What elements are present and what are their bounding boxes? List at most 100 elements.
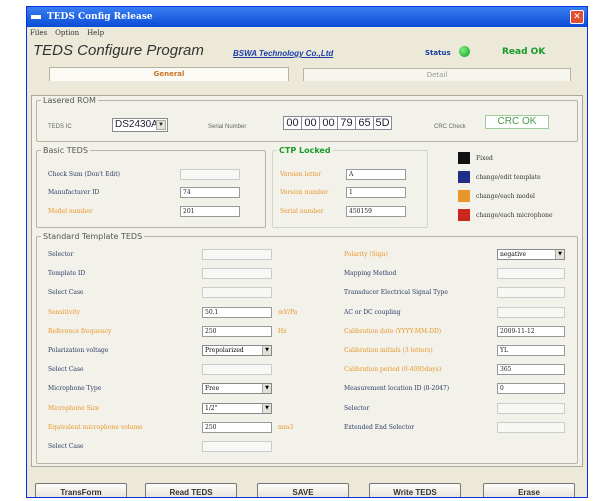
calibration-period-0-4095days-field[interactable]: 365 — [497, 364, 565, 375]
calibration-initials-3-letters-label: Calibration initials (3 letters) — [344, 347, 433, 354]
lasered-rom-legend: Lasered ROM — [43, 96, 96, 105]
polarization-voltage-select[interactable]: Prepolarized ▼ — [202, 345, 272, 356]
menu-files[interactable]: Files — [30, 29, 47, 37]
select-case-field[interactable] — [202, 441, 272, 452]
menu-option[interactable]: Option — [55, 29, 79, 37]
transform-button[interactable]: TransForm — [35, 483, 127, 497]
legend-text-microphone: change/each microphone — [476, 212, 553, 219]
tab-bar: General Detail — [27, 67, 587, 81]
crc-check-label: CRC Check — [434, 124, 466, 130]
polarity-sign-value: negative — [500, 251, 527, 258]
serial-byte: 00 — [319, 116, 338, 130]
serial-byte: 65 — [355, 116, 374, 130]
version-letter-field[interactable]: A — [346, 169, 406, 180]
mapping-method-field[interactable] — [497, 268, 565, 279]
teds-ic-value: DS2430A — [115, 119, 158, 130]
selector-field[interactable] — [497, 403, 565, 414]
serial-number-ctp-label: Serial number — [280, 208, 324, 215]
model-number-label: Model number — [48, 208, 93, 215]
transducer-electrical-signal-type-field[interactable] — [497, 287, 565, 298]
ctp-locked-legend: CTP Locked — [279, 146, 331, 155]
version-number-label: Version number — [280, 189, 329, 196]
serial-byte: 79 — [337, 116, 356, 130]
polarity-sign-label: Polarity (Sign) — [344, 251, 388, 258]
equivalent-microphone-volume-unit: mm3 — [278, 424, 294, 431]
selector-label: Selector — [48, 251, 74, 258]
equivalent-microphone-volume-label: Equivalent microphone volume — [48, 424, 143, 431]
microphone-type-label: Microphone Type — [48, 385, 102, 392]
status-label: Status — [425, 49, 451, 57]
reference-frequency-unit: Hz — [278, 328, 287, 335]
calibration-initials-3-letters-field[interactable]: YL — [497, 345, 565, 356]
chevron-down-icon: ▼ — [262, 346, 271, 355]
select-case-label: Select Case — [48, 366, 84, 373]
chevron-down-icon: ▼ — [156, 120, 166, 130]
menu-help[interactable]: Help — [87, 29, 104, 37]
status-led-icon — [459, 46, 470, 57]
ac-or-dc-coupling-label: AC or DC coupling — [344, 309, 401, 316]
sensitivity-label: Sensitivity — [48, 309, 80, 316]
chevron-down-icon: ▼ — [262, 384, 271, 393]
title-bar: TEDS Config Release — [27, 7, 587, 27]
microphone-size-select[interactable]: 1/2" ▼ — [202, 403, 272, 414]
sensitivity-field[interactable]: 50.1 — [202, 307, 272, 318]
reference-frequency-label: Reference frequency — [48, 328, 112, 335]
serial-number-display: 00 00 00 79 65 5D — [283, 116, 392, 130]
reference-frequency-field[interactable]: 250 — [202, 326, 272, 337]
polarity-sign-select[interactable]: negative ▼ — [497, 249, 565, 260]
app-title: TEDS Configure Program — [33, 42, 204, 59]
ac-or-dc-coupling-field[interactable] — [497, 307, 565, 318]
save-button[interactable]: SAVE — [257, 483, 349, 497]
mapping-method-label: Mapping Method — [344, 270, 397, 277]
tab-detail[interactable]: Detail — [303, 68, 571, 81]
company-link[interactable]: BSWA Technology Co.,Ltd — [233, 49, 333, 58]
manufacturer-field[interactable]: 74 — [180, 187, 240, 198]
measurement-location-id-0-2047-field[interactable]: 0 — [497, 383, 565, 394]
window-menu-icon[interactable] — [31, 15, 41, 19]
equivalent-microphone-volume-field[interactable]: 250 — [202, 422, 272, 433]
window-title: TEDS Config Release — [47, 12, 153, 22]
basic-teds-legend: Basic TEDS — [43, 146, 88, 155]
legend-swatch-model — [458, 190, 470, 202]
crc-status: CRC OK — [485, 115, 549, 129]
write-teds-button[interactable]: Write TEDS — [369, 483, 461, 497]
read-teds-button[interactable]: Read TEDS — [145, 483, 237, 497]
legend-swatch-fixed — [458, 152, 470, 164]
teds-ic-label: TEDS IC — [48, 124, 72, 130]
selector-field[interactable] — [202, 249, 272, 260]
microphone-type-select[interactable]: Free ▼ — [202, 383, 272, 394]
serial-byte: 00 — [283, 116, 302, 130]
tab-general[interactable]: General — [49, 67, 289, 81]
standard-template-legend: Standard Template TEDS — [43, 232, 143, 241]
version-number-field[interactable]: 1 — [346, 187, 406, 198]
calibration-date-yyyy-mm-dd-field[interactable]: 2009-11-12 — [497, 326, 565, 337]
model-number-field[interactable]: 201 — [180, 206, 240, 217]
sensitivity-unit: mV/Pa — [278, 309, 298, 316]
microphone-size-value: 1/2" — [205, 405, 218, 412]
select-case-field[interactable] — [202, 287, 272, 298]
serial-number-ctp-field[interactable]: 450159 — [346, 206, 406, 217]
calibration-period-0-4095days-label: Calibration period (0-4095days) — [344, 366, 442, 373]
erase-button[interactable]: Erase — [483, 483, 575, 497]
microphone-size-label: Microphone Size — [48, 405, 100, 412]
serial-number-label: Serial Number — [208, 124, 247, 130]
check-sum-field[interactable] — [180, 169, 240, 180]
select-case-field[interactable] — [202, 364, 272, 375]
legend-text-model: change/each model — [476, 193, 535, 200]
microphone-type-value: Free — [205, 385, 220, 392]
select-case-label: Select Case — [48, 443, 84, 450]
general-panel: Lasered ROM TEDS IC DS2430A ▼ Serial Numb… — [31, 95, 583, 467]
template-id-field[interactable] — [202, 268, 272, 279]
legend-text-template: change/edit template — [476, 174, 541, 181]
select-case-label: Select Case — [48, 289, 84, 296]
status-text: Read OK — [502, 47, 546, 57]
menu-bar: Files Option Help — [27, 27, 587, 39]
chevron-down-icon: ▼ — [262, 404, 271, 413]
legend-swatch-template — [458, 171, 470, 183]
extended-end-selector-label: Extended End Selector — [344, 424, 415, 431]
close-button[interactable]: ✕ — [570, 10, 584, 24]
polarization-voltage-label: Polarization voltage — [48, 347, 109, 354]
calibration-date-yyyy-mm-dd-label: Calibration date (YYYY-MM-DD) — [344, 328, 442, 335]
teds-ic-select[interactable]: DS2430A ▼ — [112, 118, 168, 132]
extended-end-selector-field[interactable] — [497, 422, 565, 433]
